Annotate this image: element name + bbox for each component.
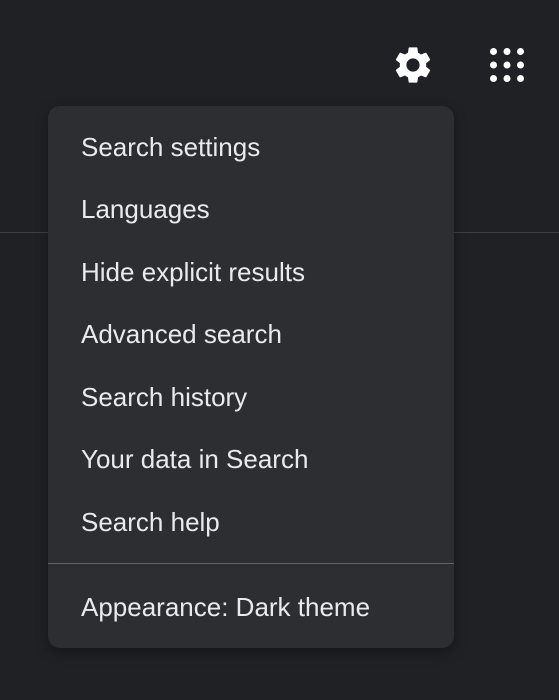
settings-button[interactable]: [386, 38, 440, 92]
settings-menu: Search settings Languages Hide explicit …: [48, 106, 454, 648]
gear-icon: [395, 47, 431, 83]
menu-item-search-history[interactable]: Search history: [48, 366, 454, 429]
menu-item-appearance[interactable]: Appearance: Dark theme: [48, 576, 454, 639]
menu-item-languages[interactable]: Languages: [48, 179, 454, 242]
menu-item-search-help[interactable]: Search help: [48, 491, 454, 554]
menu-footer: Appearance: Dark theme: [48, 576, 454, 639]
menu-item-search-settings[interactable]: Search settings: [48, 116, 454, 179]
apps-grid-icon: [490, 48, 524, 82]
menu-item-your-data-in-search[interactable]: Your data in Search: [48, 429, 454, 492]
menu-item-advanced-search[interactable]: Advanced search: [48, 304, 454, 367]
menu-item-hide-explicit-results[interactable]: Hide explicit results: [48, 241, 454, 304]
menu-list: Search settings Languages Hide explicit …: [48, 116, 454, 554]
menu-divider: [48, 563, 454, 564]
apps-button[interactable]: [480, 38, 534, 92]
